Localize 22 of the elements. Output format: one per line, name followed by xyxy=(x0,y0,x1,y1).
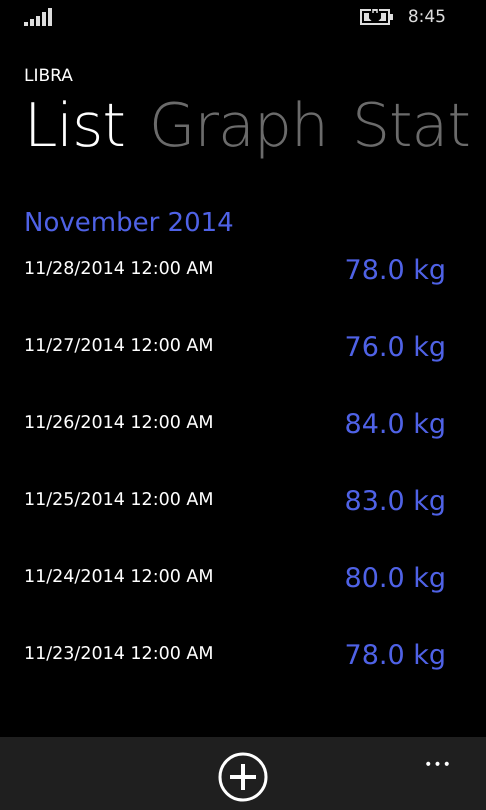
entry-weight: 80.0 kg xyxy=(344,564,446,596)
entry-weight: 84.0 kg xyxy=(344,410,446,442)
entry-date: 11/28/2014 12:00 AM xyxy=(24,258,214,281)
entry-weight: 78.0 kg xyxy=(344,256,446,288)
battery-charging-icon xyxy=(360,8,394,26)
pivot-tab[interactable]: Stat xyxy=(352,86,470,166)
entry-weight: 76.0 kg xyxy=(344,333,446,365)
entry-date: 11/23/2014 12:00 AM xyxy=(24,643,214,666)
pivot-tab[interactable]: List xyxy=(24,86,125,166)
entry-date: 11/27/2014 12:00 AM xyxy=(24,335,214,358)
entry-date: 11/24/2014 12:00 AM xyxy=(24,566,214,589)
entry-weight: 83.0 kg xyxy=(344,487,446,519)
clock-time: 8:45 xyxy=(408,7,446,27)
add-button[interactable] xyxy=(217,751,269,803)
group-header: November 2014 xyxy=(24,208,235,238)
pivot-tab[interactable]: Graph xyxy=(148,86,328,166)
entry-date: 11/26/2014 12:00 AM xyxy=(24,412,214,435)
entry-date: 11/25/2014 12:00 AM xyxy=(24,489,214,512)
app-title: LIBRA xyxy=(24,66,74,86)
entry-weight: 78.0 kg xyxy=(344,641,446,673)
more-button[interactable]: ••• xyxy=(412,739,464,791)
signal-icon xyxy=(24,8,54,26)
